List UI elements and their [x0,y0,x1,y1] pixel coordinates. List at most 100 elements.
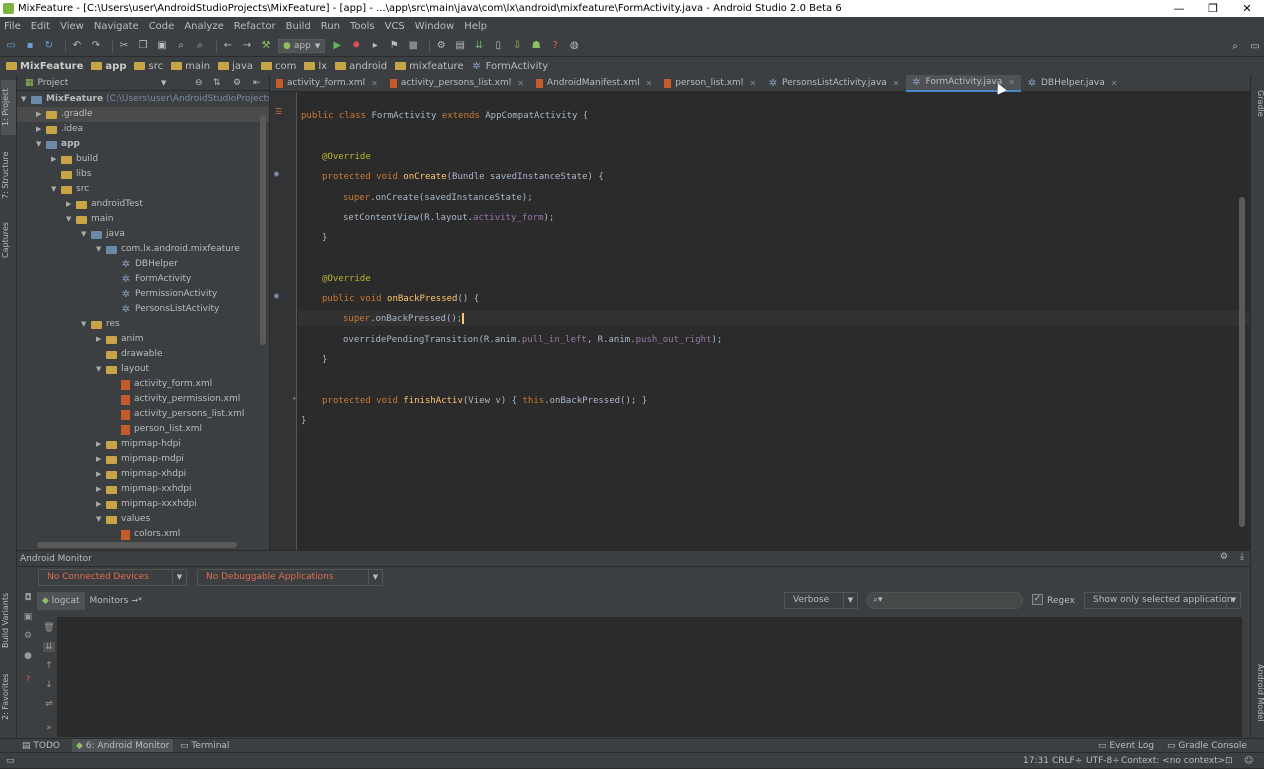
tool-window-structure[interactable]: 7: Structure [1,145,16,205]
tree-item[interactable]: ▼ res [17,317,120,332]
inspector-icon[interactable]: ☺ [1244,753,1253,769]
tree-item[interactable]: ▶ mipmap-mdpi [17,452,184,467]
gear-icon[interactable]: ⚙ [233,78,241,88]
sync-icon[interactable]: ↻ [42,39,56,53]
sdk-manager-icon[interactable]: ⇩ [510,39,524,53]
editor-tab[interactable]: activity_persons_list.xml ✕ [384,75,530,92]
tool-window-gradle-console[interactable]: ▭ Gradle Console [1167,741,1247,751]
tree-item[interactable]: ▶ androidTest [17,197,143,212]
forward-icon[interactable]: → [240,39,254,53]
chevron-right-icon[interactable]: ▶ [36,107,46,122]
help-icon[interactable]: ? [548,39,562,53]
clear-logcat-icon[interactable]: 🗑 [43,623,55,633]
tree-item[interactable]: ▶ .gradle [17,107,269,122]
stop-icon[interactable]: ■ [406,39,420,53]
context-indicator[interactable]: Context: <no context> [1121,753,1225,769]
close-tab-icon[interactable]: ✕ [1008,78,1015,87]
tree-item[interactable]: activity_permission.xml [17,392,240,407]
chevron-right-icon[interactable]: ▶ [51,152,61,167]
system-info-icon[interactable]: ⚙ [22,631,34,641]
chevron-down-icon[interactable]: ▼ [81,227,91,242]
menu-window[interactable]: Window [415,21,454,32]
tree-item[interactable]: ▼ MixFeature (C:\Users\user\AndroidStudioP… [17,92,269,107]
tree-item[interactable]: ▼ java [17,227,125,242]
android-device-monitor-icon[interactable]: ☗ [529,39,543,53]
scroll-from-source-icon[interactable]: ⇅ [213,78,221,88]
more-icon[interactable]: » [43,723,55,733]
avd-manager-icon[interactable]: ▯ [491,39,505,53]
menu-refactor[interactable]: Refactor [234,21,276,32]
tool-window-android-model[interactable]: Android Model [1251,655,1264,730]
breadcrumb-item[interactable]: MixFeature [6,61,83,72]
chevron-down-icon[interactable]: ▼ [36,137,46,152]
menu-build[interactable]: Build [286,21,311,32]
chevron-down-icon[interactable]: ▼ [96,512,106,527]
make-icon[interactable]: ⚒ [259,39,273,53]
tool-window-event-log[interactable]: ▭ Event Log [1098,741,1154,751]
soft-wrap-icon[interactable]: ⇌ [43,699,55,709]
tree-item[interactable]: ▶ mipmap-xhdpi [17,467,186,482]
tool-window-captures[interactable]: Captures [1,215,16,265]
editor-tab[interactable]: person_list.xml ✕ [658,75,762,92]
chevron-right-icon[interactable]: ▶ [96,437,106,452]
plugin-icon[interactable]: ◍ [567,39,581,53]
tree-item[interactable]: ▼ values [17,512,150,527]
tree-item[interactable]: activity_form.xml [17,377,212,392]
menu-edit[interactable]: Edit [31,21,50,32]
project-view-select[interactable]: Project [38,78,69,88]
chevron-right-icon[interactable]: ▶ [36,122,46,137]
menu-file[interactable]: File [4,21,21,32]
redo-icon[interactable]: ↷ [89,39,103,53]
chevron-right-icon[interactable]: ▶ [96,452,106,467]
fold-expand-icon[interactable]: + [292,394,297,403]
chevron-right-icon[interactable]: ▶ [96,482,106,497]
status-toggle-icon[interactable]: ▭ [6,753,15,769]
tree-item[interactable]: libs [17,167,91,182]
gradle-sync-icon[interactable]: ⇊ [472,39,486,53]
settings-icon[interactable]: ⚙ [434,39,448,53]
hide-panel-icon[interactable]: ⤓ [1240,552,1244,562]
app-select[interactable]: No Debuggable Applications ▼ [197,569,383,586]
tree-item[interactable]: ▶ .idea [17,122,83,137]
paste-icon[interactable]: ▣ [155,39,169,53]
menu-tools[interactable]: Tools [350,21,375,32]
menu-help[interactable]: Help [464,21,487,32]
breadcrumb-item[interactable]: android [335,61,387,72]
tree-item[interactable]: ▶ mipmap-xxhdpi [17,482,192,497]
log-filter-select[interactable]: Show only selected application ▼ [1084,592,1241,609]
tree-item[interactable]: ▼ layout [17,362,149,377]
menu-view[interactable]: View [60,21,84,32]
tool-window-terminal[interactable]: ▭ Terminal [180,741,229,751]
run-icon[interactable]: ▶ [330,39,344,53]
menu-run[interactable]: Run [321,21,340,32]
back-icon[interactable]: ← [221,39,235,53]
minimize-button[interactable]: — [1162,0,1196,17]
tool-window-android-monitor[interactable]: ◆ 6: Android Monitor [72,738,174,753]
tree-item[interactable]: ▼ app [17,137,80,152]
tool-window-gradle[interactable]: Gradle [1251,81,1264,126]
caret-position[interactable]: 17:31 [1023,753,1049,769]
editor-tab[interactable]: ✲ PersonsListActivity.java ✕ [762,75,905,92]
tool-window-build-variants[interactable]: Build Variants [1,585,16,655]
project-structure-icon[interactable]: ▤ [453,39,467,53]
code-editor[interactable]: ☰ ◉ ◉ + public class FormActivity extend… [270,92,1250,550]
logcat-output[interactable] [57,617,1242,737]
editor-tab[interactable]: AndroidManifest.xml ✕ [530,75,658,92]
gear-icon[interactable]: ⚙ [1220,552,1228,562]
screenshot-icon[interactable]: ◘ [22,593,34,603]
regex-checkbox[interactable]: ✓ [1032,594,1043,605]
tree-item[interactable]: ▼ src [17,182,89,197]
chevron-right-icon[interactable]: ▶ [96,332,106,347]
error-icon[interactable]: ? [22,675,34,685]
chevron-down-icon[interactable]: ▼ [66,212,76,227]
chevron-right-icon[interactable]: ▶ [96,497,106,512]
close-tab-icon[interactable]: ✕ [893,79,900,88]
lock-icon[interactable]: ⊡ [1225,753,1233,769]
breadcrumb-item[interactable]: java [218,61,253,72]
find-icon[interactable]: ⌕ [174,39,188,53]
scroll-to-end-icon[interactable]: ⇊ [43,642,55,652]
editor-tab[interactable]: ✲ DBHelper.java ✕ [1021,75,1123,92]
breadcrumb-item[interactable]: mixfeature [395,61,464,72]
chevron-down-icon[interactable]: ▼ [96,362,106,377]
logcat-search-input[interactable]: ⌕▾ [867,592,1023,609]
